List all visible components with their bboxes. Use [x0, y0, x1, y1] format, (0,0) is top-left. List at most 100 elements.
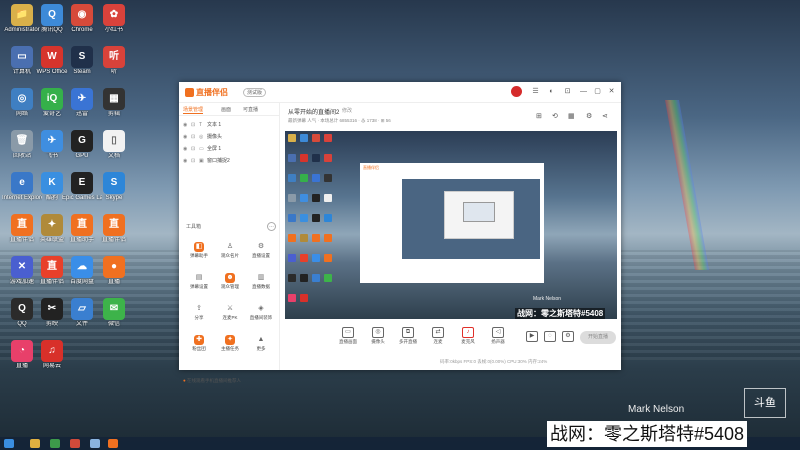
app-icon: ▦: [103, 88, 125, 110]
desktop-icon[interactable]: ▯ 文档: [94, 130, 134, 160]
app-logo-icon: [185, 88, 194, 98]
preview-desktop-icon: [288, 194, 296, 202]
tool-item[interactable]: ▥ 直播数据: [246, 273, 276, 290]
lock-icon[interactable]: ⊡: [191, 146, 196, 152]
camera-control[interactable]: ◎ 摄像头: [366, 327, 390, 345]
tool-item[interactable]: ☻ 观众管理: [215, 273, 245, 290]
app-icon: 🗑: [11, 130, 33, 152]
taskbar-app[interactable]: [90, 439, 100, 448]
tool-item[interactable]: ◧ 弹幕助手: [184, 242, 214, 259]
microphone-control[interactable]: ♪ 麦克风: [456, 327, 480, 345]
layout-icon[interactable]: ⊞: [536, 112, 542, 120]
tab-live[interactable]: 可直播: [243, 106, 258, 113]
desktop-icon[interactable]: ✿ 小红书: [94, 4, 134, 34]
multi-stream-control[interactable]: ⧉ 多开直播: [396, 327, 420, 345]
tool-label: 弹幕助手: [190, 253, 208, 258]
speaker-icon: ◁: [492, 327, 504, 338]
desktop-icon[interactable]: ● 直播: [94, 256, 134, 286]
tool-item[interactable]: ▤ 弹幕设置: [184, 273, 214, 290]
tool-item[interactable]: ▲ 更多: [246, 335, 276, 352]
app-icon: ✈: [71, 88, 93, 110]
tool-item[interactable]: ◈ 直播间装饰: [246, 304, 276, 321]
screen-control[interactable]: ▭ 直播画面: [336, 327, 360, 345]
link-icon: ⇄: [432, 327, 444, 338]
skin-icon[interactable]: ◐: [547, 87, 556, 96]
start-live-button[interactable]: 开始直播: [580, 331, 616, 344]
app-icon: ✂: [41, 298, 63, 320]
minimize-icon[interactable]: —: [579, 87, 588, 96]
tool-item[interactable]: ♙ 观众名片: [215, 242, 245, 259]
grid-icon[interactable]: ▦: [568, 112, 575, 120]
eye-icon[interactable]: ◉: [183, 134, 188, 140]
corner-logo: 斗鱼: [744, 388, 786, 418]
settings-icon[interactable]: ⚙: [586, 112, 592, 120]
taskbar-app[interactable]: [50, 439, 60, 448]
tool-label: 连麦PK: [222, 315, 238, 320]
tool-label: 更多: [256, 346, 266, 351]
rotate-icon[interactable]: ⟲: [552, 112, 558, 120]
maximize-icon[interactable]: ▢: [593, 87, 602, 96]
desktop-icon[interactable]: 听听: [94, 46, 134, 76]
screen-icon: ▭: [199, 146, 204, 152]
taskbar-app[interactable]: [70, 439, 80, 448]
tool-item[interactable]: ✦ 主播任务: [215, 335, 245, 352]
stream-meta: 最新弹幕 人气 · 本场总计 6855316 · ♨ 1738 · ⊞ 56: [288, 118, 391, 123]
stream-preview[interactable]: 直播伴侣 Mark Nelson 战网：零之斯塔特#5408: [285, 131, 617, 319]
bottom-note-text: 在线观看手机直播间推荐人: [186, 378, 241, 383]
tab-scene[interactable]: 场景管理: [183, 106, 203, 113]
tool-item[interactable]: ✚ 粉丝团: [184, 335, 214, 352]
status-bar: 码率:0kbps FPS:0 丢帧:0(0.00%) CPU:30% 内存:24…: [440, 359, 548, 364]
app-icon: ♫: [41, 340, 63, 362]
tool-icon: ▲: [257, 336, 265, 343]
app-icon: S: [103, 172, 125, 194]
desktop-icon[interactable]: ✉ 微信: [94, 298, 134, 328]
source-item[interactable]: ◉ ⊡ ▭ 全屏 1: [183, 145, 221, 153]
desktop-icon[interactable]: 直直播伴侣: [94, 214, 134, 244]
help-icon[interactable]: ☰: [531, 87, 540, 96]
toolbox-more-button[interactable]: …: [267, 222, 276, 231]
taskbar-app[interactable]: [108, 439, 118, 448]
version-badge: 测试版: [243, 88, 267, 97]
nested-preview-window: [444, 191, 514, 239]
source-item[interactable]: ◉ ⊡ T 文本 1: [183, 121, 221, 129]
share-icon[interactable]: ⋖: [602, 112, 608, 120]
bottom-note[interactable]: ● 在线观看手机直播间推荐人: [183, 378, 241, 384]
avatar[interactable]: [511, 86, 522, 97]
preview-desktop-icon: [288, 294, 296, 302]
settings-control[interactable]: ⚙: [556, 331, 580, 342]
start-button[interactable]: [4, 439, 14, 448]
app-icon: ✉: [103, 298, 125, 320]
app-icon: E: [71, 172, 93, 194]
desktop-icon[interactable]: ▦ 剪辑: [94, 88, 134, 118]
eye-icon[interactable]: ◉: [183, 122, 188, 128]
app-icon: ☁: [71, 256, 93, 278]
preview-caption: 战网：零之斯塔特#5408: [515, 308, 606, 319]
taskbar-explorer[interactable]: [30, 439, 40, 448]
lock-icon[interactable]: ⊡: [191, 134, 196, 140]
tab-screen[interactable]: 画面: [221, 106, 231, 113]
tool-item[interactable]: ⚔ 连麦PK: [215, 304, 245, 321]
source-item[interactable]: ◉ ⊡ ◎ 摄像头: [183, 133, 222, 141]
desktop-icon[interactable]: ♫ 网易云: [32, 340, 72, 370]
app-icon: ✕: [11, 256, 33, 278]
lock-icon[interactable]: ⊡: [563, 87, 572, 96]
eye-icon[interactable]: ◉: [183, 158, 188, 164]
link-mic-control[interactable]: ⇄ 连麦: [426, 327, 450, 345]
preview-desktop-icon: [300, 234, 308, 242]
control-label: 直播画面: [339, 339, 357, 344]
lock-icon[interactable]: ⊡: [191, 158, 196, 164]
tool-item[interactable]: ⇪ 分享: [184, 304, 214, 321]
tool-item[interactable]: ⚙ 直播设置: [246, 242, 276, 259]
preview-desktop-icon: [312, 274, 320, 282]
edit-title-link[interactable]: 修改: [342, 107, 352, 114]
close-icon[interactable]: ✕: [607, 87, 616, 96]
preview-desktop-icon: [300, 254, 308, 262]
eye-icon[interactable]: ◉: [183, 146, 188, 152]
speaker-control[interactable]: ◁ 扬声器: [486, 327, 510, 345]
desktop-icon[interactable]: S Skype: [94, 172, 134, 202]
lock-icon[interactable]: ⊡: [191, 122, 196, 128]
app-icon: S: [71, 46, 93, 68]
source-label: 摄像头: [207, 134, 223, 140]
toolbox-title: 工具箱: [186, 224, 202, 230]
source-item[interactable]: ◉ ⊡ ▣ 窗口捕捉2: [183, 157, 230, 165]
